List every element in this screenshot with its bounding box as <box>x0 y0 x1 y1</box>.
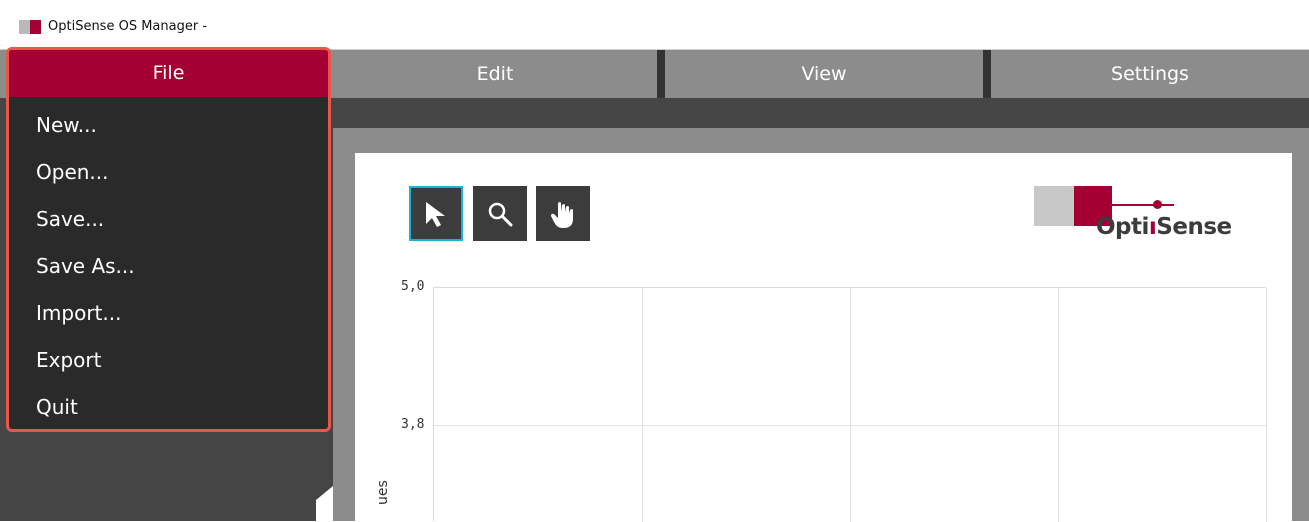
menu-item-export[interactable]: Export <box>36 348 101 372</box>
menu-item-save-as[interactable]: Save As... <box>36 254 135 278</box>
grid-line <box>642 288 643 522</box>
menu-item-open[interactable]: Open... <box>36 160 109 184</box>
optisense-logo: OptiıSense <box>1034 186 1244 246</box>
y-axis-label: ues <box>375 480 391 505</box>
menu-item-save[interactable]: Save... <box>36 207 104 231</box>
chart-plot-area[interactable] <box>433 287 1267 522</box>
menu-tab-settings[interactable]: Settings <box>991 50 1309 98</box>
cursor-icon <box>426 201 445 227</box>
menu-tab-view[interactable]: View <box>665 50 983 98</box>
menu-tab-file[interactable]: File <box>9 50 328 97</box>
grid-line <box>434 425 1267 426</box>
title-bar: OptiSense OS Manager - <box>0 0 1309 50</box>
menu-item-import[interactable]: Import... <box>36 301 121 325</box>
menu-separator <box>983 50 991 98</box>
menu-item-quit[interactable]: Quit <box>36 395 78 419</box>
zoom-icon <box>488 202 513 226</box>
grid-line <box>850 288 851 522</box>
pan-hand-icon <box>551 201 573 228</box>
cursor-tool-button[interactable] <box>409 186 463 241</box>
grid-line <box>1058 288 1059 522</box>
menu-separator <box>657 50 665 98</box>
pan-tool-button[interactable] <box>536 186 590 241</box>
zoom-tool-button[interactable] <box>473 186 527 241</box>
menu-tab-edit[interactable]: Edit <box>333 50 657 98</box>
window-title: OptiSense OS Manager - <box>48 19 208 34</box>
file-menu-dropdown: File New... Open... Save... Save As... I… <box>6 47 331 432</box>
y-tick-label: 3,8 <box>401 417 425 432</box>
y-tick-label: 5,0 <box>401 279 425 294</box>
app-logo-icon <box>19 20 41 34</box>
menu-item-new[interactable]: New... <box>36 113 97 137</box>
grid-line <box>1266 288 1267 522</box>
